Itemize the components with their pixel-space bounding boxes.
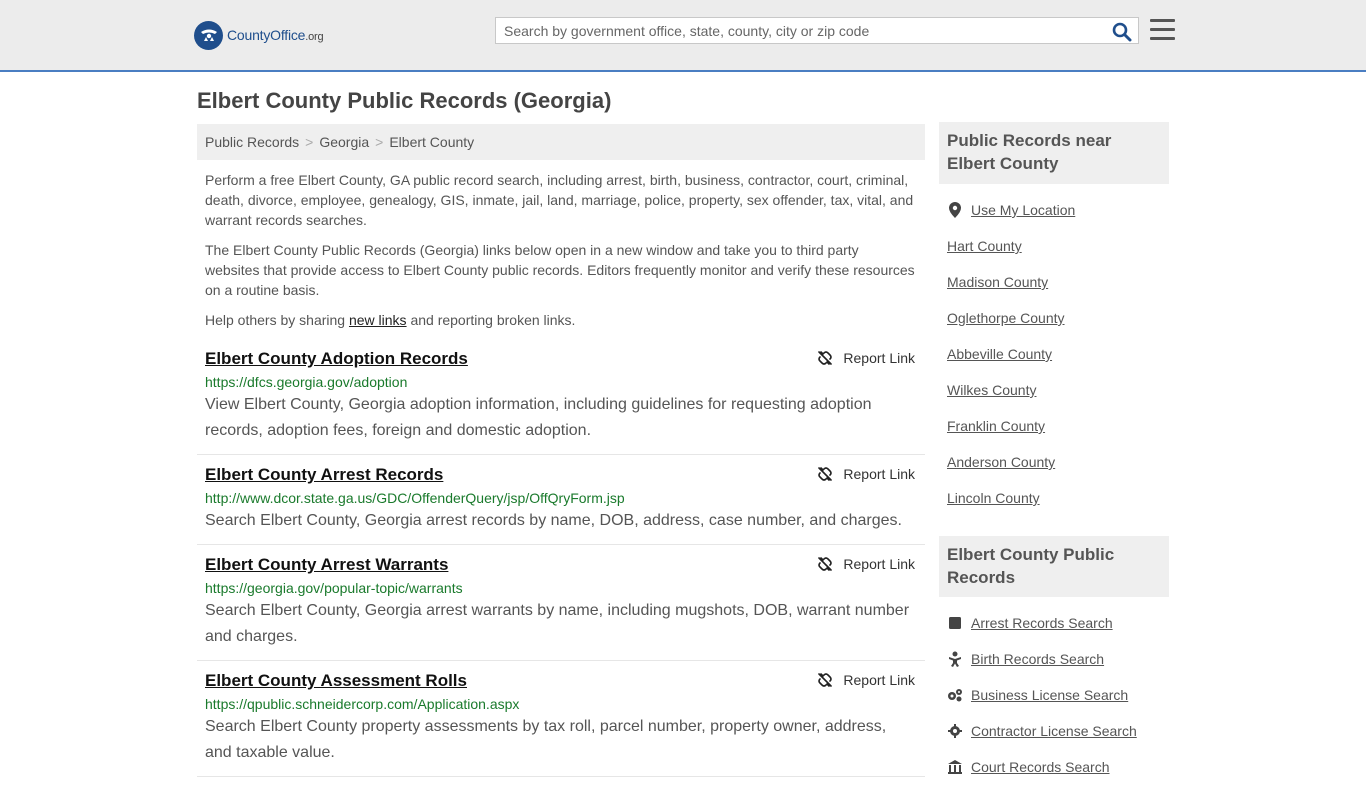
cogs-icon — [947, 687, 963, 703]
logo-text: CountyOffice.org — [227, 27, 324, 43]
help-paragraph: Help others by sharing new links and rep… — [197, 300, 925, 330]
main-content: Perform a free Elbert County, GA public … — [197, 160, 925, 777]
nearby-county-link[interactable]: Oglethorpe County — [947, 310, 1065, 326]
nearby-county-item: Madison County — [939, 264, 1169, 300]
nearby-county-link[interactable]: Lincoln County — [947, 490, 1040, 506]
help-text-end: and reporting broken links. — [406, 312, 576, 328]
record-item: Elbert County Assessment Rolls Report Li… — [197, 661, 925, 777]
map-marker-icon — [947, 202, 963, 218]
business-license-search-link[interactable]: Business License Search — [971, 687, 1128, 703]
record-title-link[interactable]: Elbert County Adoption Records — [205, 348, 468, 370]
report-link-label: Report Link — [843, 350, 915, 366]
use-my-location-link[interactable]: Use My Location — [971, 202, 1075, 218]
report-link-button[interactable]: Report Link — [817, 556, 915, 572]
record-title-link[interactable]: Elbert County Arrest Records — [205, 464, 443, 486]
nearby-county-item: Abbeville County — [939, 336, 1169, 372]
breadcrumb-elbert-county[interactable]: Elbert County — [389, 134, 474, 150]
help-text: Help others by sharing — [205, 312, 349, 328]
nearby-county-link[interactable]: Wilkes County — [947, 382, 1036, 398]
birth-records-search-link[interactable]: Birth Records Search — [971, 651, 1104, 667]
record-url: http://www.dcor.state.ga.us/GDC/Offender… — [205, 490, 625, 506]
intro-paragraph: Perform a free Elbert County, GA public … — [205, 172, 914, 228]
nearby-county-item: Lincoln County — [939, 480, 1169, 516]
report-link-label: Report Link — [843, 556, 915, 572]
breadcrumb-separator: > — [305, 134, 314, 150]
report-link-label: Report Link — [843, 672, 915, 688]
courthouse-icon — [947, 759, 963, 775]
nearby-county-link[interactable]: Hart County — [947, 238, 1022, 254]
records-link-item: Arrest Records Search — [939, 605, 1169, 641]
search-input[interactable] — [496, 18, 1112, 43]
report-link-button[interactable]: Report Link — [817, 672, 915, 688]
logo-badge-icon — [194, 20, 223, 50]
record-title-link[interactable]: Elbert County Assessment Rolls — [205, 670, 467, 692]
record-url: https://georgia.gov/popular-topic/warran… — [205, 580, 463, 596]
gear-icon — [947, 723, 963, 739]
contractor-license-search-link[interactable]: Contractor License Search — [971, 723, 1137, 739]
nearby-county-link[interactable]: Madison County — [947, 274, 1048, 290]
record-url: https://dfcs.georgia.gov/adoption — [205, 374, 408, 390]
nearby-county-item: Wilkes County — [939, 372, 1169, 408]
nearby-county-item: Hart County — [939, 228, 1169, 264]
nearby-county-list: Use My Location Hart County Madison Coun… — [939, 192, 1169, 516]
broken-link-icon — [818, 467, 833, 481]
record-list: Elbert County Adoption Records Report Li… — [197, 348, 925, 777]
report-link-button[interactable]: Report Link — [817, 350, 915, 366]
site-logo[interactable]: CountyOffice.org — [194, 20, 324, 50]
record-description: Search Elbert County, Georgia arrest war… — [205, 602, 910, 645]
nearby-county-item: Oglethorpe County — [939, 300, 1169, 336]
new-links-link[interactable]: new links — [349, 312, 407, 328]
nearby-county-item: Anderson County — [939, 444, 1169, 480]
nearby-county-link[interactable]: Anderson County — [947, 454, 1055, 470]
records-link-item: Birth Records Search — [939, 641, 1169, 677]
report-link-button[interactable]: Report Link — [817, 466, 915, 482]
record-title-link[interactable]: Elbert County Arrest Warrants — [205, 554, 448, 576]
county-records-list: Arrest Records Search Birth Records Sear… — [939, 605, 1169, 785]
nearby-records-heading: Public Records near Elbert County — [939, 122, 1169, 184]
breadcrumb-georgia[interactable]: Georgia — [319, 134, 369, 150]
records-link-item: Business License Search — [939, 677, 1169, 713]
use-location-item: Use My Location — [939, 192, 1169, 228]
nearby-county-item: Franklin County — [939, 408, 1169, 444]
broken-link-icon — [818, 557, 833, 571]
broken-link-icon — [818, 351, 833, 365]
arrest-records-search-link[interactable]: Arrest Records Search — [971, 615, 1113, 631]
county-records-heading: Elbert County Public Records — [939, 536, 1169, 597]
nearby-county-link[interactable]: Abbeville County — [947, 346, 1052, 362]
records-link-item: Court Records Search — [939, 749, 1169, 785]
disclaimer-paragraph: The Elbert County Public Records (Georgi… — [205, 242, 915, 298]
records-link-item: Contractor License Search — [939, 713, 1169, 749]
search-icon[interactable] — [1112, 22, 1132, 42]
baby-icon — [947, 651, 963, 667]
search-box — [495, 17, 1139, 44]
record-description: View Elbert County, Georgia adoption inf… — [205, 396, 872, 439]
record-description: Search Elbert County property assessment… — [205, 718, 887, 761]
breadcrumb-separator: > — [375, 134, 384, 150]
broken-link-icon — [818, 673, 833, 687]
record-item: Elbert County Arrest Records Report Link… — [197, 455, 925, 545]
nearby-county-link[interactable]: Franklin County — [947, 418, 1045, 434]
record-description: Search Elbert County, Georgia arrest rec… — [205, 512, 902, 529]
record-item: Elbert County Arrest Warrants Report Lin… — [197, 545, 925, 661]
court-records-search-link[interactable]: Court Records Search — [971, 759, 1110, 775]
breadcrumb: Public Records > Georgia > Elbert County — [197, 124, 925, 160]
site-header: CountyOffice.org — [0, 0, 1366, 72]
record-item: Elbert County Adoption Records Report Li… — [197, 348, 925, 455]
arrest-icon — [947, 615, 963, 631]
report-link-label: Report Link — [843, 466, 915, 482]
hamburger-menu-icon[interactable] — [1150, 19, 1175, 42]
page-title: Elbert County Public Records (Georgia) — [197, 88, 612, 113]
breadcrumb-public-records[interactable]: Public Records — [205, 134, 299, 150]
record-url: https://qpublic.schneidercorp.com/Applic… — [205, 696, 520, 712]
